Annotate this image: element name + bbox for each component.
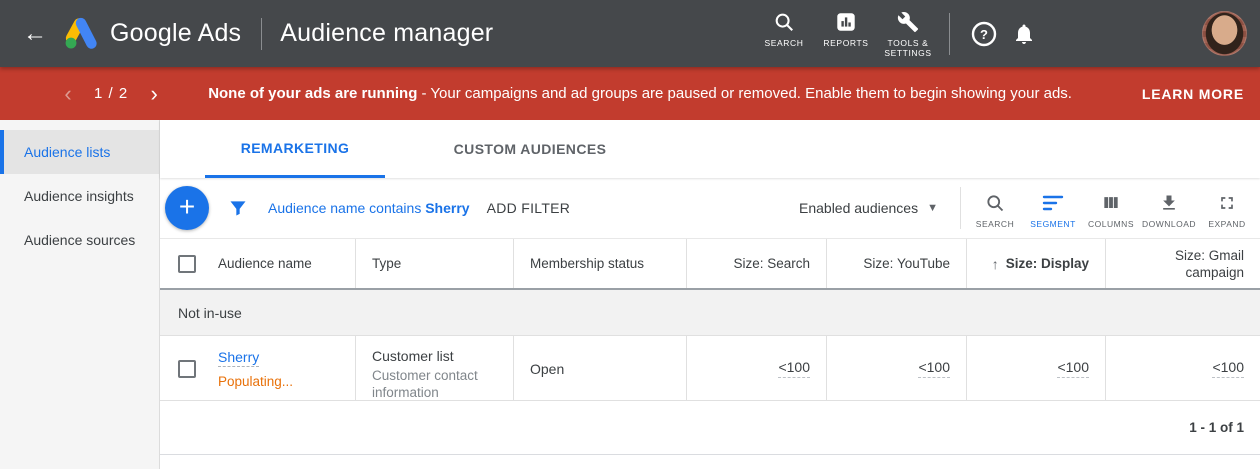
- cell-type: Customer list Customer contact informati…: [355, 336, 513, 401]
- cell-membership-status: Open: [513, 336, 686, 401]
- table-columns-button[interactable]: COLUMNS: [1082, 188, 1140, 229]
- pagination-label: 1 - 1 of 1: [1189, 420, 1244, 435]
- sidebar: Audience lists Audience insights Audienc…: [0, 120, 160, 469]
- banner-pagination: 1 / 2: [94, 85, 128, 102]
- sort-ascending-icon: ↑: [992, 256, 999, 272]
- add-filter-button[interactable]: ADD FILTER: [487, 200, 571, 216]
- table-expand-button[interactable]: EXPAND: [1198, 188, 1256, 229]
- cell-size-display: <100: [966, 336, 1105, 401]
- sidebar-item-audience-lists[interactable]: Audience lists: [0, 130, 159, 174]
- reports-icon: [835, 11, 857, 33]
- add-audience-button[interactable]: +: [165, 186, 209, 230]
- group-row-not-in-use: Not in-use: [160, 290, 1260, 336]
- title-divider: [261, 18, 262, 50]
- column-header-membership-status[interactable]: Membership status: [513, 239, 686, 288]
- column-header-size-gmail[interactable]: Size: Gmail campaign: [1105, 239, 1260, 288]
- column-header-size-display[interactable]: ↑ Size: Display: [966, 239, 1105, 288]
- select-all-checkbox[interactable]: [178, 255, 196, 273]
- filter-funnel-icon: [228, 198, 248, 218]
- main-panel: REMARKETING CUSTOM AUDIENCES + Audience …: [160, 120, 1260, 469]
- google-ads-audience-manager: ← Google Ads Audience manager SEARCH: [0, 0, 1260, 469]
- banner-previous-icon[interactable]: ‹: [56, 84, 80, 104]
- download-icon: [1159, 191, 1179, 215]
- banner-next-icon[interactable]: ›: [142, 84, 166, 104]
- row-checkbox[interactable]: [178, 360, 196, 378]
- learn-more-link[interactable]: LEARN MORE: [1142, 86, 1244, 102]
- table-row: Sherry Populating... Customer list Custo…: [160, 336, 1260, 401]
- topbar-divider: [949, 13, 950, 55]
- type-detail: Customer contact information: [372, 367, 497, 401]
- sidebar-item-audience-insights[interactable]: Audience insights: [0, 174, 159, 218]
- page-title: Audience manager: [280, 19, 493, 48]
- back-arrow-icon[interactable]: ←: [20, 20, 50, 48]
- table-download-button[interactable]: DOWNLOAD: [1140, 188, 1198, 229]
- wrench-icon: [897, 11, 919, 33]
- size-youtube-value[interactable]: <100: [918, 359, 950, 378]
- reports-nav-button[interactable]: REPORTS: [815, 9, 877, 48]
- segment-icon: [1042, 191, 1064, 215]
- search-icon: [985, 191, 1005, 215]
- plus-icon: +: [179, 193, 195, 221]
- table-search-button[interactable]: SEARCH: [966, 188, 1024, 229]
- audience-status-dropdown[interactable]: Enabled audiences ▼: [799, 200, 938, 216]
- tab-remarketing[interactable]: REMARKETING: [205, 120, 385, 178]
- cell-audience-name: Sherry Populating...: [160, 336, 355, 401]
- tab-bar: REMARKETING CUSTOM AUDIENCES: [160, 120, 1260, 178]
- applied-filter-chip[interactable]: Audience name contains Sherry: [268, 200, 470, 216]
- notifications-bell-button[interactable]: [1004, 22, 1044, 46]
- column-header-audience-name: Audience name: [160, 239, 355, 288]
- size-gmail-value[interactable]: <100: [1212, 359, 1244, 378]
- table-tools: SEARCH SEGMENT: [966, 188, 1260, 229]
- filter-toolbar: + Audience name contains Sherry ADD FILT…: [160, 178, 1260, 238]
- tab-custom-audiences[interactable]: CUSTOM AUDIENCES: [425, 120, 635, 178]
- column-header-type[interactable]: Type: [355, 239, 513, 288]
- size-display-value[interactable]: <100: [1057, 359, 1089, 378]
- top-app-bar: ← Google Ads Audience manager SEARCH: [0, 0, 1260, 67]
- sidebar-item-audience-sources[interactable]: Audience sources: [0, 218, 159, 262]
- columns-icon: [1101, 191, 1121, 215]
- banner-message-rest: - Your campaigns and ad groups are pause…: [417, 85, 1072, 102]
- chevron-down-icon: ▼: [927, 202, 938, 214]
- banner-message-bold: None of your ads are running: [208, 85, 417, 102]
- audience-name-link[interactable]: Sherry: [218, 349, 259, 367]
- user-avatar[interactable]: [1202, 11, 1247, 56]
- toolbar-divider: [960, 187, 961, 229]
- cell-size-search: <100: [686, 336, 826, 401]
- table-footer: 1 - 1 of 1: [160, 401, 1260, 455]
- table-header-row: Audience name Type Membership status Siz…: [160, 238, 1260, 290]
- alert-banner: ‹ 1 / 2 › None of your ads are running -…: [0, 67, 1260, 120]
- size-search-value[interactable]: <100: [778, 359, 810, 378]
- column-header-size-search[interactable]: Size: Search: [686, 239, 826, 288]
- cell-size-gmail: <100: [1105, 336, 1260, 401]
- cell-size-youtube: <100: [826, 336, 966, 401]
- banner-message: None of your ads are running - Your camp…: [208, 85, 1072, 102]
- table-segment-button[interactable]: SEGMENT: [1024, 188, 1082, 229]
- populating-status: Populating...: [218, 374, 293, 389]
- tools-settings-nav-button[interactable]: TOOLS & SETTINGS: [877, 9, 939, 58]
- svg-text:?: ?: [980, 27, 988, 42]
- help-button[interactable]: ?: [964, 21, 1004, 47]
- expand-icon: [1217, 191, 1237, 215]
- content-area: Audience lists Audience insights Audienc…: [0, 120, 1260, 469]
- top-nav: SEARCH REPORTS: [753, 9, 939, 58]
- search-icon: [773, 11, 795, 33]
- column-header-size-youtube[interactable]: Size: YouTube: [826, 239, 966, 288]
- product-name: Google Ads: [110, 19, 241, 48]
- search-nav-button[interactable]: SEARCH: [753, 9, 815, 48]
- google-ads-logo-icon[interactable]: [62, 15, 100, 53]
